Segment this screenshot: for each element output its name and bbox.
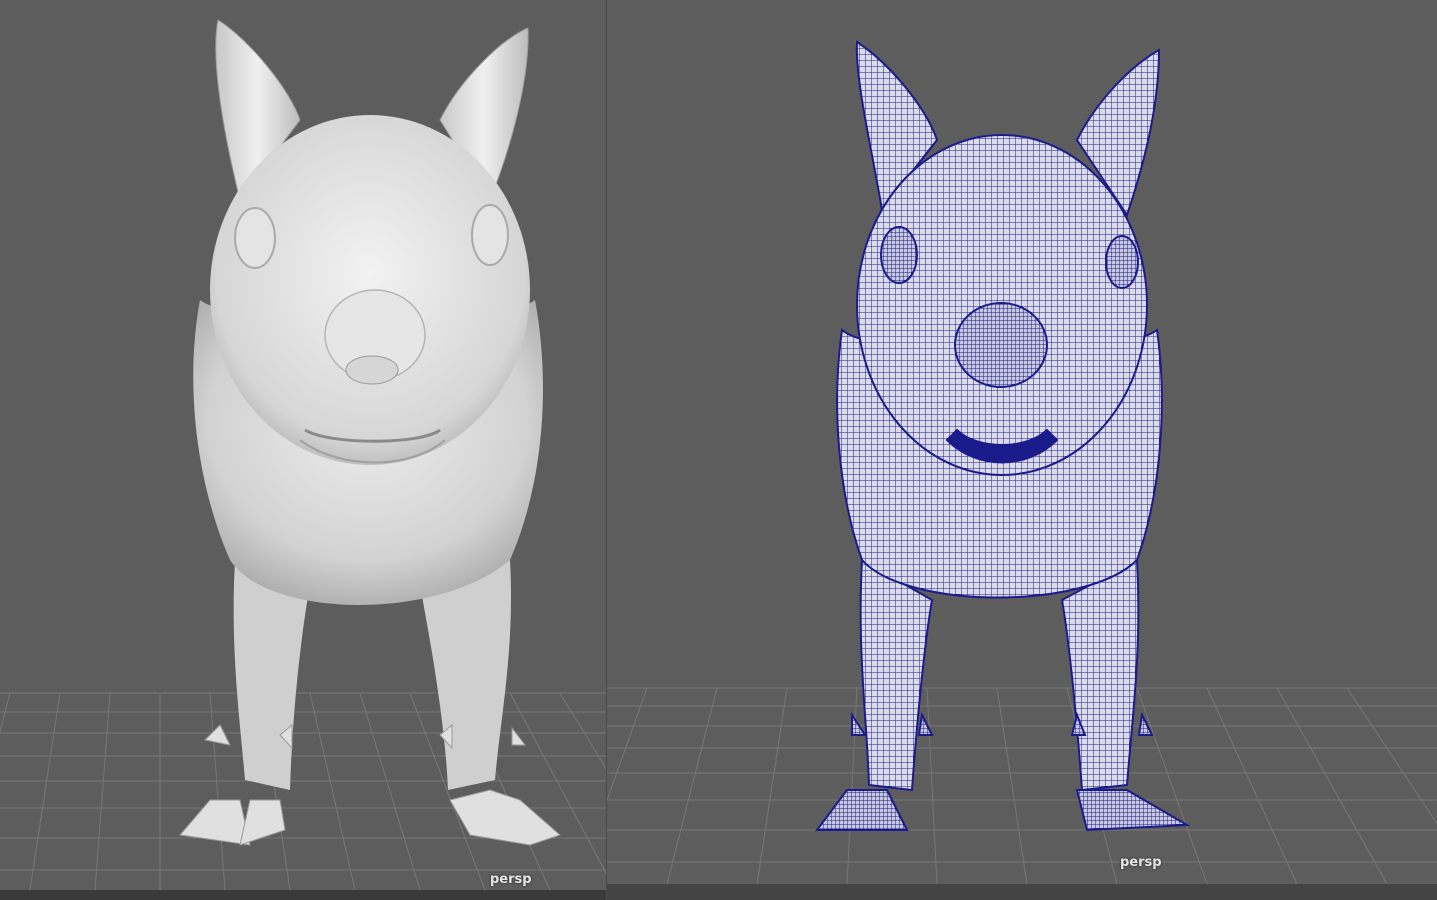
grid-floor-icon	[0, 692, 606, 891]
viewport-shaded[interactable]: persp	[0, 0, 606, 900]
squirrel-model-icon	[815, 40, 1191, 832]
maya-viewport-panel: persp persp	[0, 0, 1437, 900]
viewport-timeline-strip	[607, 884, 1437, 900]
camera-label: persp	[1120, 855, 1162, 870]
viewport-timeline-strip	[0, 890, 606, 900]
viewport-wireframe[interactable]: persp	[607, 0, 1437, 900]
camera-label: persp	[490, 872, 532, 887]
grid-floor-icon	[607, 687, 1437, 885]
viewport-scene-shaded	[0, 19, 606, 891]
viewport-scene-wireframe	[607, 40, 1437, 885]
squirrel-model-icon	[179, 19, 561, 846]
